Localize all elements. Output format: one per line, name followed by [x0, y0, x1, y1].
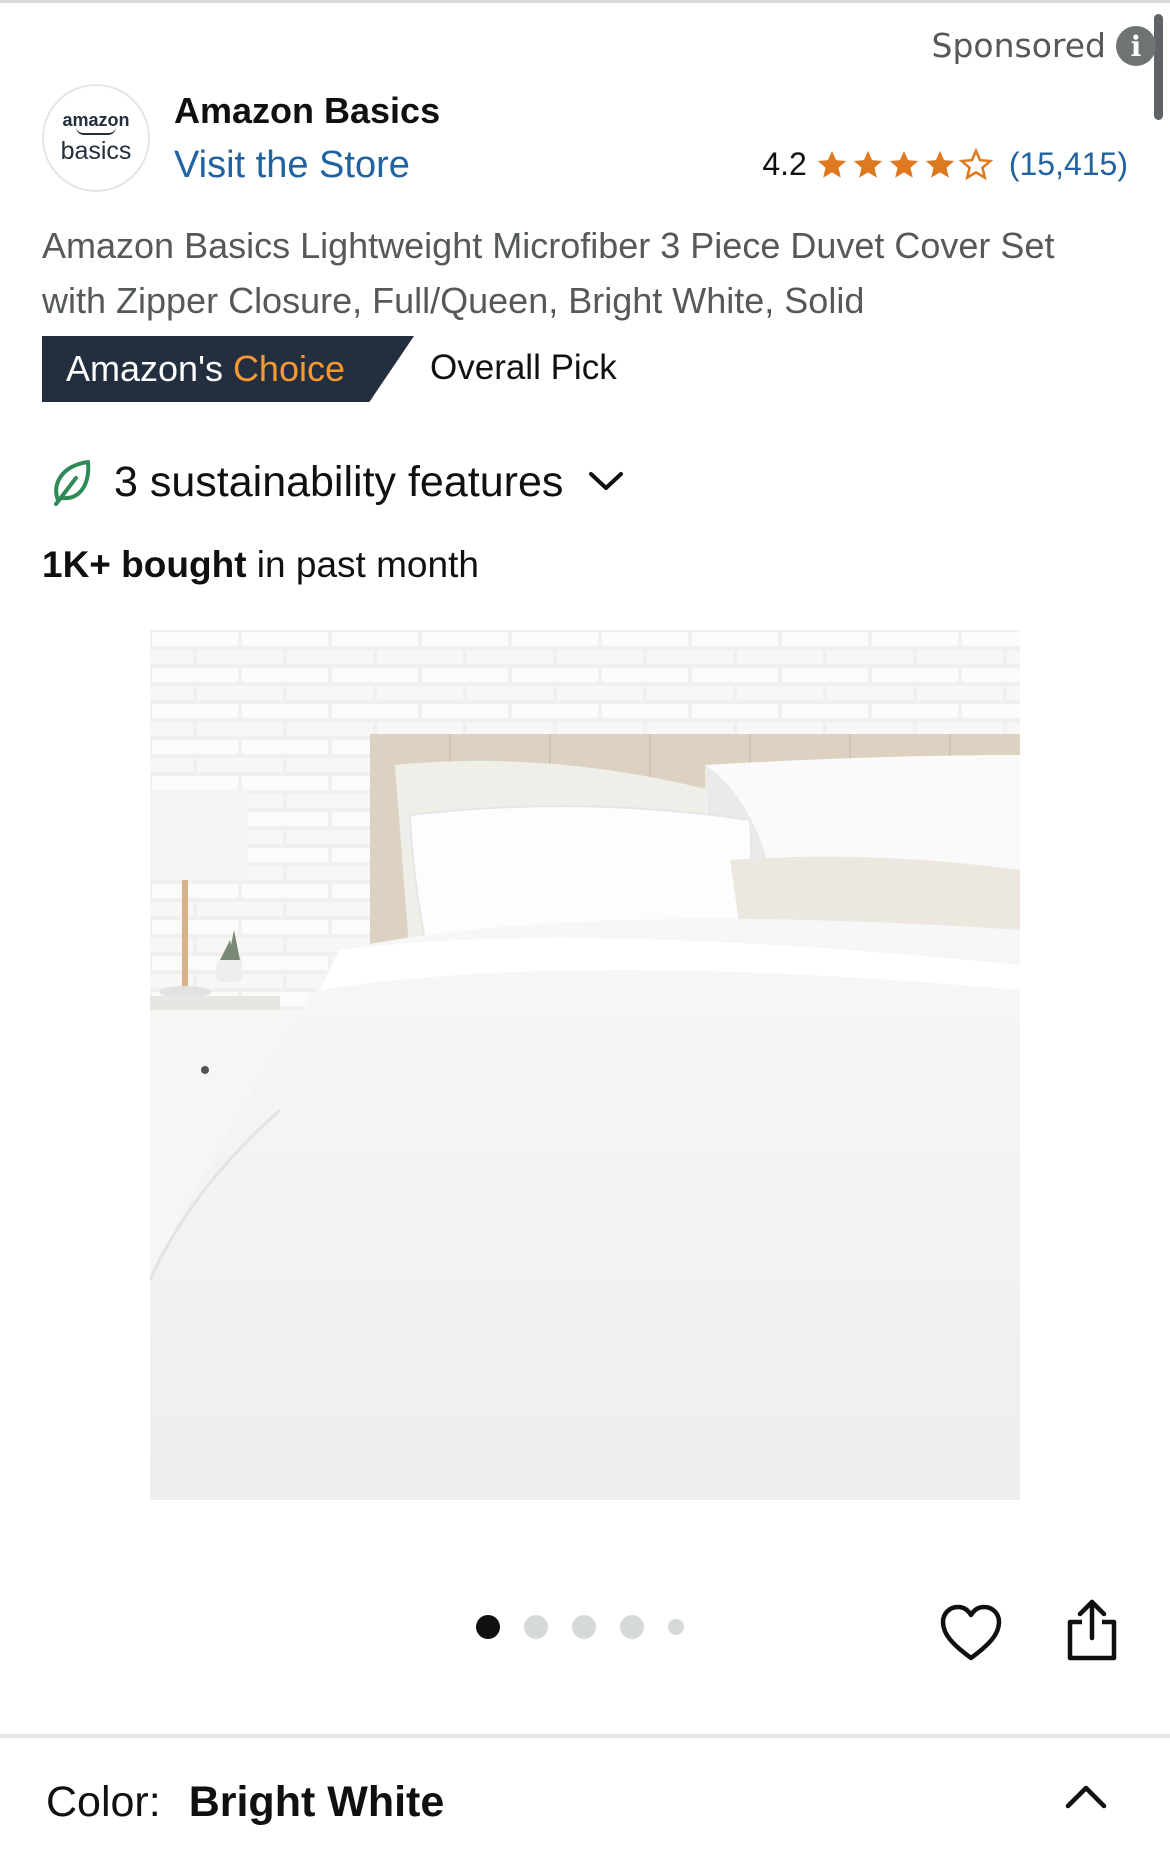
star-full-icon: [925, 150, 954, 178]
review-count-link[interactable]: (15,415): [1009, 146, 1128, 183]
star-empty-icon: [958, 147, 993, 180]
heart-icon[interactable]: [940, 1604, 1002, 1662]
info-icon[interactable]: i: [1116, 26, 1156, 66]
star-full-icon: [817, 150, 846, 178]
bought-suffix: in past month: [246, 544, 479, 585]
scrollbar[interactable]: [1154, 14, 1163, 120]
color-value: Bright White: [188, 1778, 445, 1826]
bought-count: 1K+ bought: [42, 544, 247, 585]
visit-store-link[interactable]: Visit the Store: [174, 144, 410, 187]
star-rating: [815, 147, 993, 182]
color-selector[interactable]: Color: Bright White: [46, 1778, 444, 1827]
color-label: Color:: [46, 1778, 161, 1826]
leaf-icon: [54, 460, 91, 506]
gallery-pagination[interactable]: [476, 1615, 684, 1639]
sustainability-label: 3 sustainability features: [114, 457, 564, 506]
amazons-choice-badge: Amazon's Choice: [42, 336, 414, 402]
rating-summary[interactable]: 4.2 (15,415): [762, 146, 1128, 183]
pagination-dot-2[interactable]: [524, 1615, 548, 1639]
rating-value: 4.2: [762, 146, 807, 182]
section-divider: [0, 1734, 1170, 1738]
bed-photo: [150, 630, 1020, 1500]
star-full-icon: [853, 150, 882, 178]
sustainability-toggle[interactable]: 3 sustainability features: [48, 456, 625, 508]
chevron-up-icon[interactable]: [1064, 1782, 1108, 1812]
pagination-dot-1[interactable]: [476, 1615, 500, 1639]
chevron-down-icon: [589, 472, 624, 490]
badge-text-part1: Amazon's: [66, 348, 223, 389]
pagination-dot-5[interactable]: [668, 1619, 684, 1635]
brand-name: Amazon Basics: [174, 90, 441, 131]
smile-icon: [76, 127, 116, 135]
product-title: Amazon Basics Lightweight Microfiber 3 P…: [42, 225, 1055, 321]
badge-text-part2: Choice: [232, 348, 345, 389]
bought-in-past-month: 1K+ bought in past month: [42, 544, 479, 586]
pagination-dot-4[interactable]: [620, 1615, 644, 1639]
brand-logo-line2: basics: [60, 137, 132, 165]
share-icon[interactable]: [1064, 1598, 1120, 1662]
sponsored-label: Sponsored: [931, 26, 1106, 65]
pagination-dot-3[interactable]: [572, 1615, 596, 1639]
star-full-icon: [889, 150, 918, 178]
top-divider: [0, 0, 1170, 3]
brand-logo[interactable]: amazon basics: [42, 84, 150, 192]
product-page: Sponsored i amazon basics Amazon Basics …: [0, 0, 1170, 1872]
overall-pick-label: Overall Pick: [430, 348, 617, 387]
product-image[interactable]: [150, 630, 1020, 1500]
